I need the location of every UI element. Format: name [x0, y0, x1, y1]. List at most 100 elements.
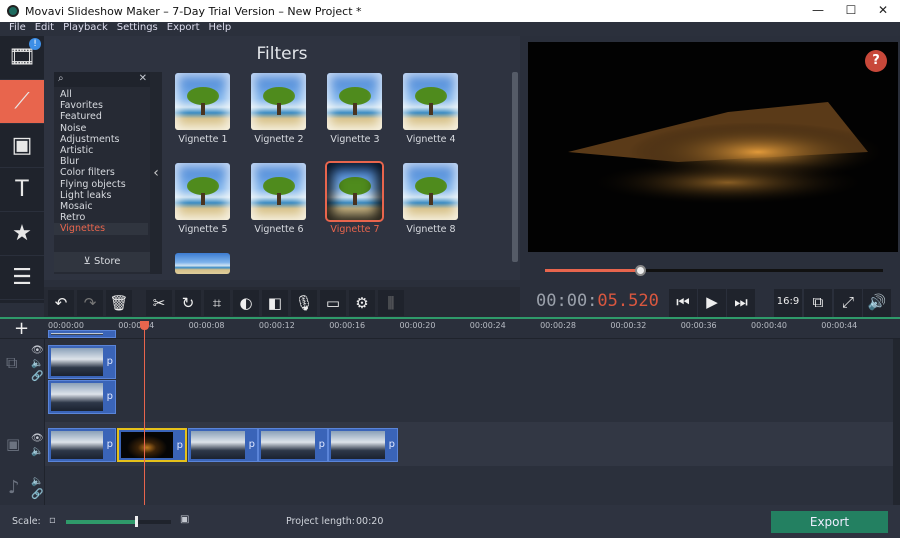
- sidebar-item-titles[interactable]: T: [0, 168, 44, 212]
- sidebar-item-more[interactable]: ☰: [0, 256, 44, 300]
- collapse-categories-button[interactable]: ‹: [150, 72, 162, 274]
- sidebar-item-stickers[interactable]: ★: [0, 212, 44, 256]
- playhead-handle[interactable]: [140, 321, 149, 330]
- sidebar-item-transitions[interactable]: ▣: [0, 124, 44, 168]
- timeline-scrollbar[interactable]: [893, 339, 900, 505]
- category-light-leaks[interactable]: Light leaks: [60, 190, 148, 201]
- timeline-clip[interactable]: [48, 330, 116, 338]
- detach-preview-button[interactable]: ⧉: [804, 289, 832, 317]
- titles-icon: T: [15, 177, 28, 202]
- volume-button[interactable]: 🔊: [863, 289, 891, 317]
- visibility-eye-icon[interactable]: 👁: [31, 345, 44, 356]
- timeline-clip[interactable]: p: [48, 380, 116, 414]
- color-adjust-button[interactable]: ◐: [233, 290, 259, 316]
- category-vignettes[interactable]: Vignettes: [54, 223, 148, 234]
- aspect-ratio-button[interactable]: 16:9: [774, 289, 802, 317]
- category-adjustments[interactable]: Adjustments: [60, 134, 148, 145]
- category-search-input[interactable]: ⌕ ✕: [54, 72, 150, 87]
- redo-button[interactable]: ↷: [77, 290, 103, 316]
- scale-slider-handle[interactable]: [135, 516, 138, 527]
- category-color-filters[interactable]: Color filters: [60, 167, 148, 178]
- menu-edit[interactable]: Edit: [35, 22, 54, 36]
- scale-slider-fill: [66, 520, 135, 524]
- transitions-icon: ▣: [12, 133, 33, 158]
- transition-wizard-button[interactable]: ◧: [262, 290, 288, 316]
- category-all[interactable]: All: [60, 89, 148, 100]
- timeline-clip[interactable]: p: [117, 428, 187, 462]
- timeline-clip[interactable]: p: [328, 428, 398, 462]
- crop-button[interactable]: ⌗: [204, 290, 230, 316]
- category-favorites[interactable]: Favorites: [60, 100, 148, 111]
- visibility-eye-icon[interactable]: 👁: [31, 433, 44, 444]
- next-frame-button[interactable]: ⏭: [727, 289, 755, 317]
- timeline-clip[interactable]: p: [188, 428, 258, 462]
- ruler-tick-label: 00:00:00: [48, 321, 84, 330]
- category-featured[interactable]: Featured: [60, 111, 148, 122]
- minimize-button[interactable]: —: [808, 3, 828, 17]
- seek-handle[interactable]: [635, 265, 646, 276]
- menu-file[interactable]: File: [9, 22, 26, 36]
- maximize-button[interactable]: ☐: [841, 3, 861, 17]
- scale-label: Scale:: [12, 516, 41, 527]
- help-button[interactable]: ?: [865, 50, 887, 72]
- category-mosaic[interactable]: Mosaic: [60, 201, 148, 212]
- settings-button[interactable]: ⚙: [349, 290, 375, 316]
- filter-thumbnail[interactable]: [403, 163, 458, 220]
- zoom-out-icon[interactable]: ▫: [49, 515, 56, 526]
- timeline-clip[interactable]: p: [258, 428, 328, 462]
- close-button[interactable]: ✕: [873, 3, 893, 17]
- category-blur[interactable]: Blur: [60, 156, 148, 167]
- previous-frame-button[interactable]: ⏮: [669, 289, 697, 317]
- record-video-button[interactable]: ▭: [320, 290, 346, 316]
- filters-title: Filters: [44, 44, 520, 64]
- menu-settings[interactable]: Settings: [117, 22, 158, 36]
- undo-button[interactable]: ↶: [48, 290, 74, 316]
- sidebar-item-import[interactable]: 🎞!: [0, 36, 44, 80]
- delete-button[interactable]: 🗑: [106, 290, 132, 316]
- filter-thumbnail[interactable]: [175, 253, 230, 274]
- category-flying-objects[interactable]: Flying objects: [60, 179, 148, 190]
- filter-thumbnail[interactable]: [327, 163, 382, 220]
- category-retro[interactable]: Retro: [60, 212, 148, 223]
- fullscreen-button[interactable]: ⤢: [834, 289, 862, 317]
- filter-label: Vignette 8: [393, 224, 469, 235]
- zoom-in-icon[interactable]: ▣: [180, 514, 189, 525]
- clip-marker: p: [249, 439, 255, 450]
- menu-help[interactable]: Help: [208, 22, 231, 36]
- filters-scrollbar[interactable]: [512, 72, 518, 262]
- link-icon[interactable]: 🔗: [31, 489, 43, 500]
- rotate-button[interactable]: ↻: [175, 290, 201, 316]
- filter-thumbnail[interactable]: [175, 163, 230, 220]
- menu-playback[interactable]: Playback: [63, 22, 108, 36]
- category-noise[interactable]: Noise: [60, 123, 148, 134]
- filter-thumbnail[interactable]: [403, 73, 458, 130]
- mute-speaker-icon[interactable]: 🔈: [31, 476, 43, 487]
- store-button[interactable]: ⊻ Store: [54, 252, 150, 272]
- sidebar-item-filters[interactable]: ⟋: [0, 80, 44, 124]
- play-button[interactable]: ▶: [698, 289, 726, 317]
- timeline-clip[interactable]: p: [48, 345, 116, 379]
- export-button[interactable]: Export: [771, 511, 888, 533]
- cut-button[interactable]: ✂: [146, 290, 172, 316]
- category-artistic[interactable]: Artistic: [60, 145, 148, 156]
- filter-thumbnail[interactable]: [251, 163, 306, 220]
- video-preview: [528, 42, 898, 252]
- filters-panel: Filters ⌕ ✕ All Favorites Featured Noise…: [44, 36, 520, 280]
- filter-thumbnail[interactable]: [327, 73, 382, 130]
- timeline-clip[interactable]: p: [48, 428, 116, 462]
- equalizer-button[interactable]: ⫼: [378, 290, 404, 316]
- mute-speaker-icon[interactable]: 🔈: [31, 446, 43, 457]
- menu-export[interactable]: Export: [167, 22, 200, 36]
- link-icon[interactable]: 🔗: [31, 371, 43, 382]
- timeline-ruler[interactable]: + 00:00:0000:00:0400:00:0800:00:1200:00:…: [0, 319, 900, 339]
- seek-bar-progress: [545, 269, 640, 272]
- add-track-icon[interactable]: +: [14, 318, 29, 339]
- record-audio-button[interactable]: 🎙: [291, 290, 317, 316]
- clear-search-icon[interactable]: ✕: [139, 73, 147, 84]
- timecode: 00:00:05.520: [536, 291, 659, 311]
- scale-slider[interactable]: [66, 520, 171, 524]
- filter-thumbnail[interactable]: [251, 73, 306, 130]
- mute-speaker-icon[interactable]: 🔈: [31, 358, 43, 369]
- filter-thumbnail[interactable]: [175, 73, 230, 130]
- playhead[interactable]: [144, 322, 145, 505]
